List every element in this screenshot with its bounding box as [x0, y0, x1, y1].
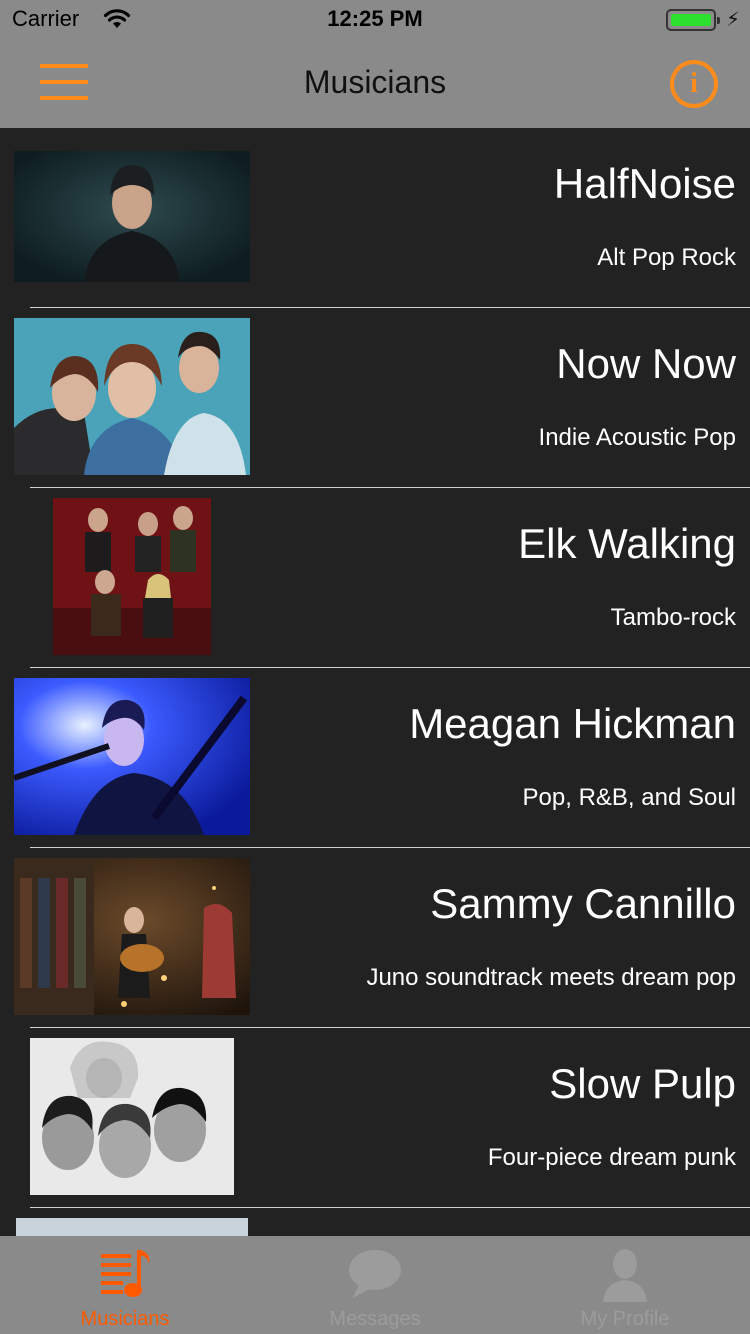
app-screen: Carrier 12:25 PM ⚡ Musicians i HalfNoise… — [0, 0, 750, 1334]
status-time: 12:25 PM — [327, 6, 423, 31]
list-item[interactable] — [0, 1208, 750, 1236]
musician-genre: Juno soundtrack meets dream pop — [366, 964, 736, 991]
tab-label: Messages — [329, 1308, 421, 1330]
battery-level — [671, 14, 711, 26]
list-item[interactable]: Sammy Cannillo Juno soundtrack meets dre… — [0, 848, 750, 1028]
status-bar: Carrier 12:25 PM ⚡ — [0, 0, 750, 40]
musician-photo-elk-walking — [53, 498, 211, 655]
info-circle-icon[interactable]: i — [670, 60, 718, 108]
musician-photo-meagan-hickman — [14, 678, 250, 835]
charging-bolt-icon: ⚡ — [725, 7, 740, 31]
musician-list: HalfNoise Alt Pop Rock Now Now Indie Aco… — [0, 128, 750, 1236]
list-item[interactable]: Now Now Indie Acoustic Pop — [0, 308, 750, 488]
music-list-icon — [101, 1250, 150, 1297]
battery-nub — [717, 17, 720, 24]
list-item[interactable]: Slow Pulp Four-piece dream punk — [0, 1028, 750, 1208]
musician-name: Sammy Cannillo — [430, 880, 736, 927]
person-icon — [603, 1249, 647, 1302]
musician-photo-slow-pulp — [30, 1038, 234, 1195]
navigation-bar: Musicians i — [0, 40, 750, 128]
battery-icon — [666, 9, 720, 31]
musician-photo-partial — [16, 1218, 248, 1236]
musician-genre: Pop, R&B, and Soul — [522, 784, 736, 811]
list-item[interactable]: Meagan Hickman Pop, R&B, and Soul — [0, 668, 750, 848]
list-item[interactable]: HalfNoise Alt Pop Rock — [0, 128, 750, 308]
musician-genre: Tambo-rock — [610, 604, 736, 631]
musician-name: HalfNoise — [553, 160, 736, 207]
musician-photo-sammy-cannillo — [14, 858, 250, 1015]
musician-name: Slow Pulp — [549, 1060, 736, 1107]
musician-genre: Indie Acoustic Pop — [538, 424, 736, 451]
tab-bar: Musicians Messages My Profile — [0, 1236, 750, 1334]
tab-musicians[interactable]: Musicians — [0, 1236, 250, 1334]
tab-my-profile[interactable]: My Profile — [500, 1236, 750, 1334]
musician-genre: Alt Pop Rock — [597, 244, 736, 271]
musician-genre: Four-piece dream punk — [487, 1144, 736, 1171]
musician-name: Meagan Hickman — [409, 700, 736, 747]
musician-photo-now-now — [14, 318, 250, 475]
page-title: Musicians — [303, 64, 447, 100]
tab-label: Musicians — [80, 1308, 170, 1330]
list-item[interactable]: Elk Walking Tambo-rock — [0, 488, 750, 668]
musician-name: Elk Walking — [518, 520, 736, 567]
tab-messages[interactable]: Messages — [250, 1236, 500, 1334]
musician-name: Now Now — [556, 340, 736, 387]
tab-label: My Profile — [580, 1308, 670, 1330]
musician-photo-halfnoise — [14, 151, 250, 282]
chat-bubble-icon — [349, 1250, 401, 1298]
